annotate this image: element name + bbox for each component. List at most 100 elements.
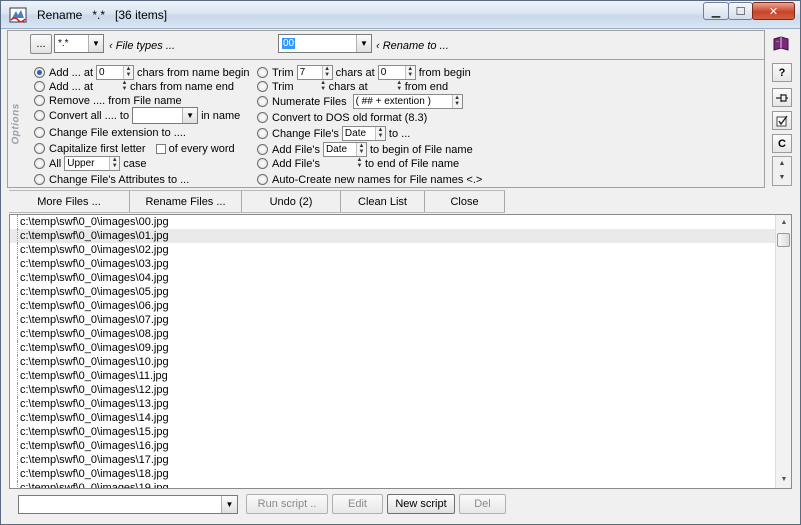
radio-add-files-begin[interactable] xyxy=(257,144,268,155)
option-numerate[interactable]: Numerate Files ( ## + extention ) ▲ ▼ xyxy=(257,94,466,109)
list-item[interactable]: c:\temp\swf\0_0\images\15.jpg xyxy=(10,425,776,439)
radio-add-end[interactable] xyxy=(34,81,45,92)
option-change-extension[interactable]: Change File extension to .... xyxy=(34,125,186,140)
radio-change-extension[interactable] xyxy=(34,127,45,138)
add-end-spinner[interactable]: ▲ ▼ xyxy=(119,80,130,94)
scroll-down-icon[interactable]: ▼ xyxy=(773,171,791,185)
file-list-scrollbar[interactable]: ▲ ▼ xyxy=(775,215,791,488)
radio-all-case[interactable] xyxy=(34,158,45,169)
list-item[interactable]: c:\temp\swf\0_0\images\04.jpg xyxy=(10,271,776,285)
close-button[interactable]: Close xyxy=(425,191,505,212)
option-trim-end[interactable]: Trim ▲ ▼ chars at ▲ ▼ from end xyxy=(257,79,448,94)
list-item[interactable]: c:\temp\swf\0_0\images\18.jpg xyxy=(10,467,776,481)
option-change-attributes[interactable]: Change File's Attributes to ... xyxy=(34,172,189,187)
scroll-up-icon[interactable]: ▲ xyxy=(776,215,791,231)
file-types-label: ‹ File types ... xyxy=(109,40,176,52)
more-files-button[interactable]: More Files ... xyxy=(9,191,130,212)
list-item[interactable]: c:\temp\swf\0_0\images\05.jpg xyxy=(10,285,776,299)
browse-button[interactable]: ... xyxy=(30,34,52,54)
chevron-down-icon[interactable]: ▼ xyxy=(182,108,198,123)
add-begin-spinner[interactable]: 0 ▲ ▼ xyxy=(96,65,135,80)
list-item[interactable]: c:\temp\swf\0_0\images\10.jpg xyxy=(10,355,776,369)
radio-dos-format[interactable] xyxy=(257,112,268,123)
scroll-thumb[interactable] xyxy=(777,233,790,247)
maximize-button[interactable]: ☐ xyxy=(728,2,753,20)
script-combo[interactable]: ▼ xyxy=(18,495,238,514)
radio-trim-end[interactable] xyxy=(257,81,268,92)
scroll-down-icon[interactable]: ▼ xyxy=(776,472,791,488)
option-auto-create[interactable]: Auto-Create new names for File names <.> xyxy=(257,172,482,187)
side-scroll[interactable]: ▲ ▼ xyxy=(772,156,792,186)
option-all-case[interactable]: All Upper ▲ ▼ case xyxy=(34,156,146,171)
option-add-files-end[interactable]: Add File's ▲ ▼ to end of File name xyxy=(257,156,459,171)
option-dos-format[interactable]: Convert to DOS old format (8.3) xyxy=(257,110,427,125)
new-script-button[interactable]: New script xyxy=(387,494,455,514)
radio-trim-begin[interactable] xyxy=(257,67,268,78)
radio-change-attributes[interactable] xyxy=(34,174,45,185)
list-item[interactable]: c:\temp\swf\0_0\images\06.jpg xyxy=(10,299,776,313)
scroll-up-icon[interactable]: ▲ xyxy=(773,157,791,171)
trim-end-spinner[interactable]: ▲ ▼ xyxy=(318,80,329,94)
option-capitalize[interactable]: Capitalize first letter of every word xyxy=(34,141,235,156)
close-window-button[interactable]: ✕ xyxy=(752,2,795,20)
minimize-button[interactable]: ▁ xyxy=(703,2,729,20)
file-list[interactable]: c:\temp\swf\0_0\images\00.jpg c:\temp\swf… xyxy=(9,214,792,489)
edit-script-button[interactable]: Edit xyxy=(332,494,383,514)
option-change-files[interactable]: Change File's Date ▲ ▼ to ... xyxy=(257,126,410,141)
convert-all-combo[interactable]: ▼ xyxy=(132,107,199,124)
help-book-button[interactable] xyxy=(770,33,792,55)
radio-capitalize[interactable] xyxy=(34,143,45,154)
delete-script-button[interactable]: Del xyxy=(459,494,506,514)
option-remove[interactable]: Remove .... from File name xyxy=(34,93,182,108)
change-files-spinner[interactable]: Date ▲ ▼ xyxy=(341,126,386,141)
list-item[interactable]: c:\temp\swf\0_0\images\00.jpg xyxy=(10,215,776,229)
list-item[interactable]: c:\temp\swf\0_0\images\13.jpg xyxy=(10,397,776,411)
chevron-down-icon[interactable]: ▼ xyxy=(221,496,237,513)
option-add-files-begin[interactable]: Add File's Date ▲ ▼ to begin of File name xyxy=(257,142,473,157)
every-word-checkbox[interactable] xyxy=(155,143,166,154)
radio-remove[interactable] xyxy=(34,95,45,106)
trim-begin-pos-spinner[interactable]: 0 ▲ ▼ xyxy=(377,65,416,80)
option-trim-begin[interactable]: Trim 7 ▲ ▼ chars at 0 ▲ ▼ from begin xyxy=(257,65,471,80)
case-spinner[interactable]: Upper ▲ ▼ xyxy=(64,156,121,171)
file-types-combo[interactable]: *.* ▼ xyxy=(54,34,104,53)
list-item[interactable]: c:\temp\swf\0_0\images\11.jpg xyxy=(10,369,776,383)
radio-add-files-end[interactable] xyxy=(257,158,268,169)
list-item[interactable]: c:\temp\swf\0_0\images\02.jpg xyxy=(10,243,776,257)
option-add-begin[interactable]: Add ... at 0 ▲ ▼ chars from name begin xyxy=(34,65,250,80)
radio-auto-create[interactable] xyxy=(257,174,268,185)
radio-add-begin[interactable] xyxy=(34,67,45,78)
clean-list-button[interactable]: Clean List xyxy=(341,191,425,212)
list-item[interactable]: c:\temp\swf\0_0\images\12.jpg xyxy=(10,383,776,397)
radio-change-files[interactable] xyxy=(257,128,268,139)
radio-convert-all[interactable] xyxy=(34,110,45,121)
add-files-begin-spinner[interactable]: Date ▲ ▼ xyxy=(322,142,367,157)
undo-button[interactable]: Undo (2) xyxy=(242,191,341,212)
list-item[interactable]: c:\temp\swf\0_0\images\17.jpg xyxy=(10,453,776,467)
pin-button[interactable] xyxy=(772,88,792,107)
run-script-button[interactable]: Run script .. xyxy=(246,494,328,514)
trim-begin-spinner[interactable]: 7 ▲ ▼ xyxy=(296,65,333,80)
list-item[interactable]: c:\temp\swf\0_0\images\08.jpg xyxy=(10,327,776,341)
chevron-down-icon[interactable]: ▼ xyxy=(356,35,371,52)
option-add-end[interactable]: Add ... at ▲ ▼ chars from name end xyxy=(34,79,234,94)
list-item[interactable]: c:\temp\swf\0_0\images\16.jpg xyxy=(10,439,776,453)
list-item[interactable]: c:\temp\swf\0_0\images\01.jpg xyxy=(10,229,776,243)
list-item[interactable]: c:\temp\swf\0_0\images\07.jpg xyxy=(10,313,776,327)
radio-numerate[interactable] xyxy=(257,96,268,107)
rename-files-button[interactable]: Rename Files ... xyxy=(130,191,242,212)
add-files-end-spinner[interactable]: ▲ ▼ xyxy=(354,157,365,171)
rename-to-combo[interactable]: 00 ▼ xyxy=(278,34,372,53)
option-convert-all[interactable]: Convert all .... to ▼ in name xyxy=(34,107,240,124)
list-item[interactable]: c:\temp\swf\0_0\images\14.jpg xyxy=(10,411,776,425)
list-item[interactable]: c:\temp\swf\0_0\images\19.jpg xyxy=(10,481,776,488)
help-button[interactable]: ? xyxy=(772,63,792,82)
numerate-format-spinner[interactable]: ( ## + extention ) ▲ ▼ xyxy=(352,94,463,109)
chevron-down-icon[interactable]: ▼ xyxy=(88,35,103,52)
clear-button[interactable]: C xyxy=(772,134,792,153)
list-item[interactable]: c:\temp\swf\0_0\images\09.jpg xyxy=(10,341,776,355)
trim-end-pos-spinner[interactable]: ▲ ▼ xyxy=(394,80,405,94)
title-bar[interactable]: Rename *.* [36 items] ▁ ☐ ✕ xyxy=(1,1,800,29)
check-button[interactable] xyxy=(772,111,792,130)
list-item[interactable]: c:\temp\swf\0_0\images\03.jpg xyxy=(10,257,776,271)
